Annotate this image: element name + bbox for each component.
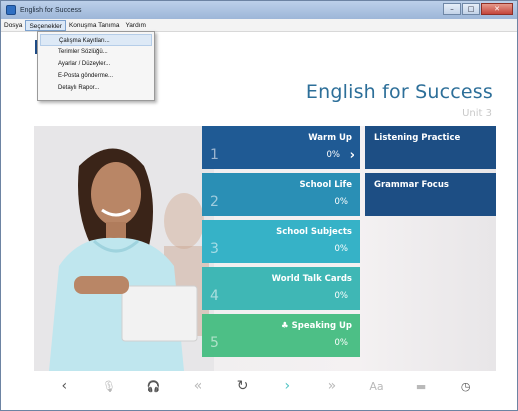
lesson-title: ♣ Speaking Up bbox=[281, 321, 352, 331]
lesson-progress: 0% bbox=[334, 197, 349, 207]
lesson-number: 3 bbox=[210, 241, 219, 257]
menu-konusma-tanima[interactable]: Konuşma Tanıma bbox=[66, 20, 122, 31]
lesson-tile-warm-up[interactable]: 1 Warm Up 0% › bbox=[202, 126, 360, 169]
lesson-tile-school-subjects[interactable]: 3 School Subjects 0% bbox=[202, 220, 360, 263]
tile-listening-practice[interactable]: Listening Practice bbox=[365, 126, 496, 169]
lesson-title-text: Speaking Up bbox=[291, 321, 352, 331]
lesson-title: World Talk Cards bbox=[271, 274, 352, 284]
hero-panel: 1 Warm Up 0% › 2 School Life 0% 3 School… bbox=[34, 126, 496, 371]
menu-item-detayli-rapor[interactable]: Detaylı Rapor... bbox=[38, 82, 154, 94]
back-icon[interactable]: ‹ bbox=[47, 378, 81, 394]
app-window: English for Success – □ ✕ Dosya Seçenekl… bbox=[0, 0, 518, 411]
lesson-number: 1 bbox=[210, 147, 219, 163]
page-title: English for Success bbox=[305, 81, 493, 103]
fast-forward-icon[interactable]: » bbox=[315, 378, 349, 394]
lesson-progress: 0% bbox=[334, 244, 349, 254]
menu-dosya[interactable]: Dosya bbox=[1, 20, 25, 31]
next-icon[interactable]: › bbox=[270, 378, 304, 394]
window-controls: – □ ✕ bbox=[443, 3, 513, 15]
lesson-title: School Life bbox=[299, 180, 352, 190]
title-bar: English for Success – □ ✕ bbox=[1, 1, 517, 19]
tile-title: Listening Practice bbox=[374, 133, 461, 143]
close-button[interactable]: ✕ bbox=[481, 3, 513, 15]
minimize-button[interactable]: – bbox=[443, 3, 461, 15]
bottom-toolbar: ‹ 🎙 🎧 « ↻ › » Aa ▬ ◷ bbox=[34, 366, 496, 406]
lesson-progress: 0% bbox=[334, 338, 349, 348]
window-title: English for Success bbox=[20, 6, 82, 14]
lesson-number: 4 bbox=[210, 288, 219, 304]
lesson-tile-world-talk-cards[interactable]: 4 World Talk Cards 0% bbox=[202, 267, 360, 310]
lesson-number: 5 bbox=[210, 335, 219, 351]
app-icon bbox=[6, 5, 16, 15]
unit-label: Unit 3 bbox=[462, 108, 492, 119]
keyboard-icon[interactable]: ▬ bbox=[404, 380, 438, 393]
lesson-title: Warm Up bbox=[308, 133, 352, 143]
timer-icon[interactable]: ◷ bbox=[449, 380, 483, 393]
lesson-progress: 0% bbox=[334, 291, 349, 301]
menu-item-ayarlar[interactable]: Ayarlar / Düzeyler... bbox=[38, 58, 154, 70]
options-dropdown: Çalışma Kayıtları... Terimler Sözlüğü...… bbox=[37, 31, 155, 101]
lesson-tile-speaking-up[interactable]: 5 ♣ Speaking Up 0% bbox=[202, 314, 360, 357]
microphone-icon[interactable]: 🎙 bbox=[92, 380, 126, 393]
microphone-icon: ♣ bbox=[281, 321, 292, 331]
tile-title: Grammar Focus bbox=[374, 180, 449, 190]
lesson-title: School Subjects bbox=[276, 227, 352, 237]
maximize-button[interactable]: □ bbox=[462, 3, 480, 15]
lesson-progress: 0% bbox=[326, 150, 341, 160]
refresh-icon[interactable]: ↻ bbox=[226, 378, 260, 394]
menu-yardim[interactable]: Yardım bbox=[122, 20, 148, 31]
lesson-tile-school-life[interactable]: 2 School Life 0% bbox=[202, 173, 360, 216]
font-size-icon[interactable]: Aa bbox=[359, 380, 393, 393]
tile-grammar-focus[interactable]: Grammar Focus bbox=[365, 173, 496, 216]
menu-item-eposta[interactable]: E-Posta gönderme... bbox=[38, 70, 154, 82]
lesson-number: 2 bbox=[210, 194, 219, 210]
student-photo bbox=[34, 126, 214, 371]
menu-item-calisma-kayitlari[interactable]: Çalışma Kayıtları... bbox=[40, 34, 152, 46]
chevron-right-icon: › bbox=[349, 148, 355, 163]
headset-icon[interactable]: 🎧 bbox=[136, 380, 170, 393]
rewind-icon[interactable]: « bbox=[181, 378, 215, 394]
menu-item-terimler-sozlugu[interactable]: Terimler Sözlüğü... bbox=[38, 46, 154, 58]
menu-secenekler[interactable]: Seçenekler bbox=[25, 19, 66, 31]
